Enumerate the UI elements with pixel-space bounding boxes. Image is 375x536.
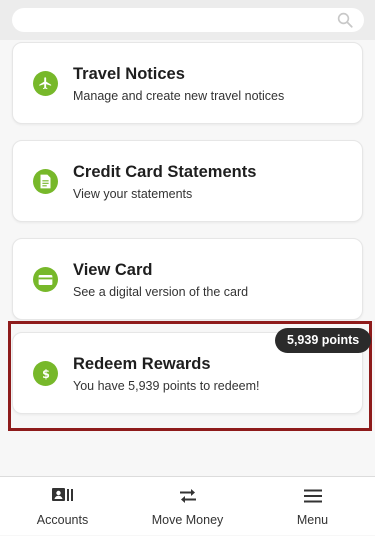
top-bar [0, 0, 375, 40]
nav-accounts[interactable]: Accounts [0, 477, 125, 536]
card-title: Credit Card Statements [73, 163, 257, 181]
card-subtitle: View your statements [73, 187, 193, 201]
nav-accounts-label: Accounts [36, 513, 89, 527]
view-card-card[interactable]: View Card See a digital version of the c… [12, 238, 363, 320]
travel-notices-card[interactable]: Travel Notices Manage and create new tra… [12, 42, 363, 124]
card-subtitle: Manage and create new travel notices [73, 89, 285, 103]
bottom-nav: Accounts Move Money Menu [0, 476, 375, 535]
nav-menu[interactable]: Menu [250, 477, 375, 536]
nav-move-money[interactable]: Move Money [125, 477, 250, 536]
hamburger-menu-icon [303, 489, 322, 503]
card-title: Travel Notices [73, 65, 185, 83]
airplane-icon [33, 71, 58, 96]
points-badge: 5,939 points [275, 328, 372, 353]
card-title: View Card [73, 261, 153, 279]
nav-move-money-label: Move Money [151, 513, 224, 527]
nav-menu-label: Menu [296, 513, 329, 527]
search-icon[interactable] [336, 11, 354, 29]
card-subtitle: See a digital version of the card [73, 285, 249, 299]
accounts-icon [51, 488, 73, 501]
credit-card-statements-card[interactable]: Credit Card Statements View your stateme… [12, 140, 363, 222]
credit-card-icon [33, 267, 58, 292]
transfer-arrows-icon [179, 489, 196, 503]
document-icon [33, 169, 58, 194]
search-input[interactable] [12, 8, 364, 32]
